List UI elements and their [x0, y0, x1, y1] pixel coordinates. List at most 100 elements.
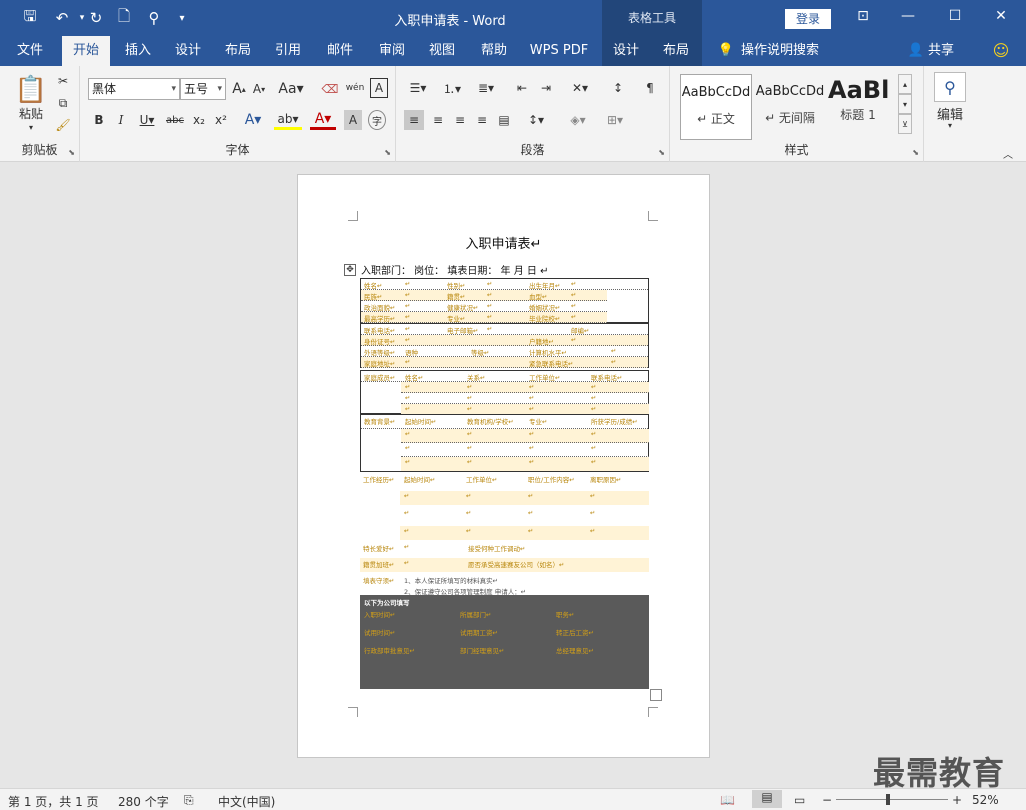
tab-wps-pdf[interactable]: WPS PDF	[526, 36, 592, 66]
distributed-icon[interactable]: ▤	[494, 110, 514, 130]
copy-icon[interactable]: ⧉	[54, 94, 72, 112]
find-icon[interactable]: ⚲	[934, 72, 966, 102]
numbering-icon[interactable]: ⒈▾	[438, 78, 466, 98]
zoom-in-button[interactable]: +	[952, 793, 962, 807]
grow-font-icon[interactable]: A ▴	[230, 78, 248, 100]
character-shading-icon[interactable]: A	[344, 110, 362, 130]
cut-icon[interactable]: ✂	[54, 72, 72, 90]
table-row[interactable]: 家庭地址↵ ↵ 紧急联系电话↵ ↵	[361, 357, 648, 368]
share-button[interactable]: 共享	[926, 36, 956, 66]
read-mode-icon[interactable]: 📖	[720, 793, 735, 807]
company-fill-section[interactable]: 以下为公司填写 入职时间↵ 所属部门↵ 职务↵ 试用时间↵ 试用期工资↵ 转正后…	[360, 595, 649, 689]
table-row[interactable]: ↵ ↵ ↵ ↵	[400, 491, 649, 505]
tab-mailings[interactable]: 邮件	[318, 36, 362, 66]
proofing-icon[interactable]: ⎘	[184, 793, 194, 808]
table-row[interactable]: 籍贯加班↵ ↵ 愿否承受高速赛友公司（如名）↵	[360, 558, 649, 572]
document-title[interactable]: 入职申请表↵	[298, 233, 709, 252]
table-row[interactable]: 政治面貌↵ ↵ 健康状况↵ ↵ 婚姻状况↵ ↵	[361, 301, 607, 312]
sort-icon[interactable]: ↕	[608, 78, 628, 98]
table-row[interactable]: ↵ ↵ ↵ ↵	[401, 457, 649, 471]
table-row[interactable]: ↵ ↵ ↵ ↵	[401, 443, 649, 457]
table-row[interactable]: 教育背景↵ 起始时间↵ 教育机构/学校↵ 专业↵ 所获学历/成绩↵	[361, 415, 648, 429]
table-row[interactable]: 填表守须↵ 1、本人保证所填写的材料真实↵	[360, 574, 649, 585]
zoom-level[interactable]: 52%	[972, 793, 999, 807]
align-center-icon[interactable]: ≡	[428, 110, 448, 130]
print-layout-icon[interactable]: ▤	[752, 790, 782, 808]
ribbon-display-options-icon[interactable]: ⊡	[848, 8, 878, 28]
login-button[interactable]: 登录	[785, 9, 831, 29]
phonetic-guide-icon[interactable]: wén	[344, 76, 366, 100]
page-count[interactable]: 第 1 页，共 1 页	[8, 793, 99, 810]
table-row[interactable]: ↵ ↵ ↵ ↵	[400, 508, 649, 522]
format-painter-icon[interactable]: 🖌	[54, 116, 72, 134]
table-section-basic-info[interactable]: 姓名↵ ↵ 性别↵ ↵ 出生年月↵ ↵ 民族↵ ↵ 籍贯↵ ↵ 血型↵ ↵ 政治面貌↵ ↵ 健康状况↵ ↵…	[360, 278, 649, 323]
decrease-indent-icon[interactable]: ⇤	[512, 78, 532, 98]
paste-icon[interactable]: 📋	[14, 74, 48, 106]
tab-design[interactable]: 设计	[166, 36, 210, 66]
enclose-characters-icon[interactable]: 字	[368, 110, 386, 130]
align-right-icon[interactable]: ≡	[450, 110, 470, 130]
subscript-icon[interactable]: x₂	[190, 110, 208, 130]
person-icon[interactable]: 👤	[906, 36, 926, 66]
superscript-icon[interactable]: x²	[212, 110, 230, 130]
table-section-family[interactable]: 家庭成员↵ 姓名↵ 关系↵ 工作单位↵ 联系电话↵ ↵ ↵ ↵ ↵ ↵ ↵ ↵ ↵ ↵ ↵ ↵ ↵	[360, 370, 649, 415]
paste-button[interactable]: 粘贴	[12, 106, 50, 121]
table-section-contact[interactable]: 联系电话↵ ↵ 电子邮箱↵ ↵ 邮编↵ 身份证号↵ ↵ 户籍地↵ ↵ 外语等级↵ 语种 等级↵ 计算…	[360, 323, 649, 368]
font-name-combo[interactable]: 黑体 ▾	[88, 78, 180, 100]
style-normal[interactable]: AaBbCcDd ↵ 正文	[680, 74, 752, 140]
table-resize-handle[interactable]	[650, 689, 662, 701]
table-row[interactable]: 工作经历↵ 起始时间↵ 工作单位↵ 职位/工作内容↵ 离职原因↵	[360, 473, 649, 484]
borders-icon[interactable]: ⊞▾	[600, 110, 630, 130]
increase-indent-icon[interactable]: ⇥	[536, 78, 556, 98]
collapse-ribbon-icon[interactable]: ︿	[1000, 146, 1016, 161]
clipboard-launcher-icon[interactable]: ⬊	[68, 148, 75, 157]
table-row[interactable]: 外语等级↵ 语种 等级↵ 计算机水平↵ ↵	[361, 346, 648, 357]
character-border-icon[interactable]: A	[370, 78, 388, 98]
header-line[interactable]: 入职部门： 岗位： 填表日期： 年 月 日 ↵	[361, 262, 548, 277]
web-layout-icon[interactable]: ▭	[794, 793, 805, 807]
word-count[interactable]: 280 个字	[118, 793, 169, 810]
table-row[interactable]: 民族↵ ↵ 籍贯↵ ↵ 血型↵ ↵	[361, 290, 607, 301]
tab-help[interactable]: 帮助	[472, 36, 516, 66]
text-effects-icon[interactable]: A▾	[240, 110, 266, 130]
table-row[interactable]: ↵ ↵ ↵ ↵	[401, 429, 649, 443]
font-color-icon[interactable]: A▾	[310, 110, 336, 130]
font-size-combo[interactable]: 五号 ▾	[180, 78, 226, 100]
search-icon[interactable]: ⚲	[142, 6, 166, 30]
editing-dropdown-icon[interactable]: ▾	[944, 120, 956, 130]
styles-launcher-icon[interactable]: ⬊	[912, 148, 919, 157]
show-marks-icon[interactable]: ¶	[640, 78, 660, 98]
zoom-slider-thumb[interactable]	[886, 794, 890, 805]
redo-icon[interactable]: ↻	[84, 6, 108, 30]
minimize-button[interactable]: —	[893, 8, 923, 28]
table-row[interactable]: ↵ ↵ ↵ ↵	[400, 526, 649, 540]
tab-table-layout[interactable]: 布局	[656, 36, 696, 66]
italic-icon[interactable]: I	[112, 110, 130, 130]
table-row[interactable]: 家庭成员↵ 姓名↵ 关系↵ 工作单位↵ 联系电话↵	[361, 371, 648, 382]
zoom-out-button[interactable]: −	[822, 793, 832, 807]
shading-icon[interactable]: ◈▾	[564, 110, 592, 130]
customize-toolbar-icon[interactable]: ▾	[170, 6, 194, 30]
table-move-handle-icon[interactable]: ✥	[344, 264, 356, 276]
tab-review[interactable]: 审阅	[370, 36, 414, 66]
align-left-icon[interactable]: ≡	[404, 110, 424, 130]
lightbulb-icon[interactable]: 💡	[716, 36, 736, 66]
style-heading-1[interactable]: AaBl 标题 1	[828, 74, 888, 140]
language-indicator[interactable]: 中文(中国)	[218, 793, 275, 810]
table-row[interactable]: ↵ ↵ ↵ ↵	[401, 393, 649, 404]
table-section-education[interactable]: 教育背景↵ 起始时间↵ 教育机构/学校↵ 专业↵ 所获学历/成绩↵ ↵ ↵ ↵ ↵ ↵ ↵ ↵ ↵ …	[360, 414, 649, 472]
table-row[interactable]: 特长爱好↵ ↵ 接受何种工作调动↵	[360, 542, 649, 553]
style-no-spacing[interactable]: AaBbCcDd ↵ 无间隔	[754, 74, 826, 140]
highlight-color-icon[interactable]: ab▾	[274, 110, 302, 130]
smiley-feedback-icon[interactable]: ☺	[990, 36, 1012, 66]
table-row[interactable]: 联系电话↵ ↵ 电子邮箱↵ ↵ 邮编↵	[361, 324, 648, 335]
document-page[interactable]: 入职申请表↵ ✥ 入职部门： 岗位： 填表日期： 年 月 日 ↵ 姓名↵ ↵ 性别↵…	[297, 174, 710, 758]
font-launcher-icon[interactable]: ⬊	[384, 148, 391, 157]
clear-formatting-icon[interactable]: ⌫	[320, 78, 340, 100]
tab-references[interactable]: 引用	[266, 36, 310, 66]
bullets-icon[interactable]: ☰▾	[404, 78, 432, 98]
styles-scroll-up-icon[interactable]: ▴	[898, 74, 912, 94]
tab-layout[interactable]: 布局	[216, 36, 260, 66]
chinese-layout-icon[interactable]: ✕▾	[566, 78, 594, 98]
save-icon[interactable]: 🖫	[18, 6, 42, 30]
